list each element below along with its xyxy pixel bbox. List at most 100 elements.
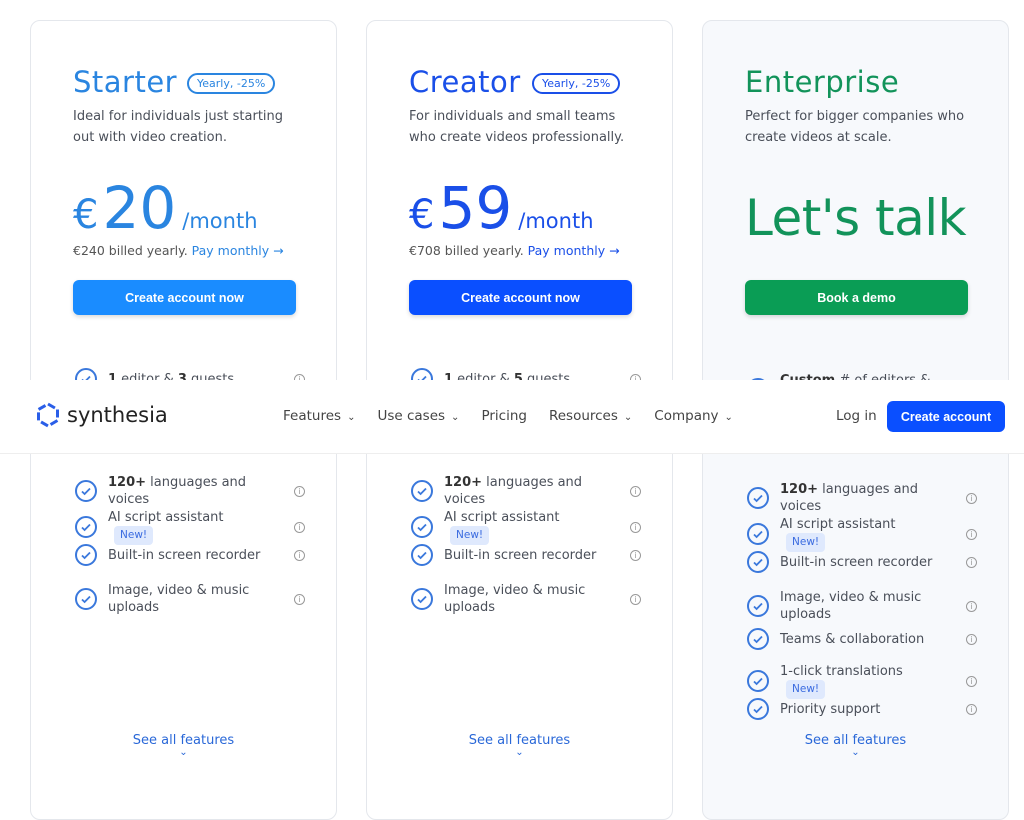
check-icon [75, 588, 97, 610]
price: €59/month [409, 176, 594, 240]
info-icon[interactable]: i [294, 521, 305, 533]
price-amount: 20 [102, 174, 177, 242]
chevron-down-icon: ⌄ [724, 412, 733, 423]
price-amount: 59 [438, 174, 513, 242]
feature-text: AI script assistantNew! [780, 516, 940, 552]
pay-monthly-link[interactable]: Pay monthly → [528, 243, 620, 258]
feature-text: AI script assistantNew! [444, 509, 604, 545]
price: €20/month [73, 176, 258, 240]
feature-item: AI script assistantNew! i [75, 509, 305, 545]
chevron-down-icon: ⌄ [515, 747, 524, 758]
feature-item: Priority support i [747, 698, 977, 720]
discount-badge: Yearly, -25% [187, 73, 276, 94]
nav-item-resources[interactable]: Resources ⌄ [549, 408, 632, 424]
currency: € [409, 192, 435, 238]
check-icon [747, 628, 769, 650]
plan-name: Starter [73, 65, 178, 99]
feature-item: Image, video & music uploads i [411, 582, 641, 616]
check-icon [747, 698, 769, 720]
info-icon[interactable]: i [966, 703, 977, 715]
feature-item: AI script assistantNew! i [747, 516, 977, 552]
synthesia-logo-icon [37, 402, 59, 428]
feature-text: Image, video & music uploads [108, 583, 250, 615]
nav-item-use-cases[interactable]: Use cases ⌄ [377, 408, 459, 424]
info-icon[interactable]: i [630, 593, 641, 605]
check-icon [75, 544, 97, 566]
create-account-button[interactable]: Create account [887, 401, 1005, 432]
feature-text: Built-in screen recorder [444, 547, 597, 563]
price-period: /month [182, 209, 258, 233]
feature-text: Priority support [780, 701, 881, 717]
feature-item: Built-in screen recorder i [75, 544, 305, 566]
plan-cta-button[interactable]: Create account now [409, 280, 632, 315]
chevron-down-icon: ⌄ [451, 412, 460, 423]
plan-name: Creator [409, 65, 521, 99]
chevron-down-icon: ⌄ [347, 412, 356, 423]
chevron-down-icon: ⌄ [179, 747, 188, 758]
plan-cta-button[interactable]: Create account now [73, 280, 296, 315]
pay-monthly-link[interactable]: Pay monthly → [192, 243, 284, 258]
plan-name: Enterprise [745, 65, 900, 99]
feature-text: Image, video & music uploads [780, 590, 922, 622]
info-icon[interactable]: i [966, 556, 977, 568]
chevron-down-icon: ⌄ [851, 747, 860, 758]
feature-item: Teams & collaboration i [747, 628, 977, 650]
billing-note: €708 billed yearly. Pay monthly → [409, 243, 620, 258]
info-icon[interactable]: i [966, 528, 977, 540]
check-icon [747, 487, 769, 509]
check-icon [411, 480, 433, 502]
feature-item: Built-in screen recorder i [411, 544, 641, 566]
price-period: /month [518, 209, 594, 233]
info-icon[interactable]: i [294, 485, 305, 497]
feature-item: Built-in screen recorder i [747, 551, 977, 573]
see-all-features-link[interactable]: See all features ⌄ [31, 733, 336, 758]
feature-text: 120+ languages and voices [780, 482, 919, 514]
info-icon[interactable]: i [966, 600, 977, 612]
login-link[interactable]: Log in [836, 408, 877, 424]
logo[interactable]: synthesia [35, 402, 168, 428]
nav-item-pricing[interactable]: Pricing [481, 408, 527, 424]
info-icon[interactable]: i [630, 549, 641, 561]
new-badge: New! [114, 526, 154, 545]
check-icon [75, 516, 97, 538]
feature-text: AI script assistantNew! [108, 509, 268, 545]
feature-text: Teams & collaboration [780, 631, 925, 647]
nav-item-features[interactable]: Features ⌄ [283, 408, 355, 424]
check-icon [747, 670, 769, 692]
feature-text: Image, video & music uploads [444, 583, 586, 615]
check-icon [747, 523, 769, 545]
feature-text: 1-click translationsNew! [780, 663, 940, 699]
top-nav: synthesia Features ⌄ Use cases ⌄ Pricing Reso… [0, 380, 1024, 454]
billing-note: €240 billed yearly. Pay monthly → [73, 243, 284, 258]
nav-menu: Features ⌄ Use cases ⌄ Pricing Resources ⌄ Comp… [283, 408, 733, 424]
new-badge: New! [786, 680, 826, 699]
check-icon [747, 595, 769, 617]
feature-text: Built-in screen recorder [780, 554, 933, 570]
feature-item: 120+ languages and voices i [747, 481, 977, 515]
feature-item: Image, video & music uploads i [75, 582, 305, 616]
feature-item: 120+ languages and voices i [75, 474, 305, 508]
nav-item-company[interactable]: Company ⌄ [654, 408, 733, 424]
new-badge: New! [450, 526, 490, 545]
new-badge: New! [786, 533, 826, 552]
currency: € [73, 192, 99, 238]
info-icon[interactable]: i [630, 521, 641, 533]
info-icon[interactable]: i [966, 492, 977, 504]
feature-item: Image, video & music uploads i [747, 589, 977, 623]
billed-yearly: €708 billed yearly. [409, 243, 524, 258]
plan-cta-button[interactable]: Book a demo [745, 280, 968, 315]
see-all-features-link[interactable]: See all features ⌄ [703, 733, 1008, 758]
info-icon[interactable]: i [294, 593, 305, 605]
info-icon[interactable]: i [966, 675, 977, 687]
lets-talk: Let's talk [745, 189, 967, 247]
billed-yearly: €240 billed yearly. [73, 243, 188, 258]
check-icon [75, 480, 97, 502]
feature-item: 120+ languages and voices i [411, 474, 641, 508]
feature-text: Built-in screen recorder [108, 547, 261, 563]
feature-item: 1-click translationsNew! i [747, 663, 977, 699]
chevron-down-icon: ⌄ [623, 412, 633, 423]
info-icon[interactable]: i [966, 633, 977, 645]
info-icon[interactable]: i [630, 485, 641, 497]
info-icon[interactable]: i [294, 549, 305, 561]
see-all-features-link[interactable]: See all features ⌄ [367, 733, 672, 758]
